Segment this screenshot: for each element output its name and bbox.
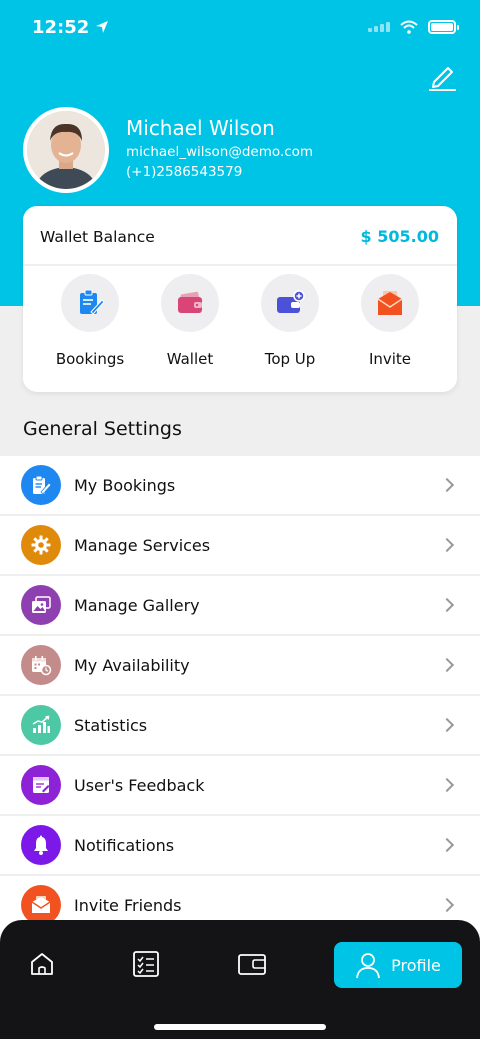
settings-item-manage-gallery[interactable]: Manage Gallery <box>0 576 480 634</box>
tab-checklist[interactable] <box>124 942 168 986</box>
row-label: User's Feedback <box>74 775 205 795</box>
row-icon-bg <box>21 525 61 565</box>
wallet-card: Wallet Balance $ 505.00 Bookings Wallet <box>23 206 457 392</box>
chevron-right-icon <box>439 897 455 913</box>
quick-action-wallet[interactable]: Wallet <box>140 274 240 368</box>
quick-action-icon-bg <box>61 274 119 332</box>
tab-home[interactable] <box>20 942 64 986</box>
envelope-icon <box>377 291 403 315</box>
profile-phone: (+1)2586543579 <box>126 164 243 180</box>
row-icon-bg <box>21 465 61 505</box>
wallet-icon <box>238 954 266 975</box>
wallet-icon <box>178 291 202 313</box>
quick-action-label: Bookings <box>55 350 125 368</box>
quick-action-icon-bg <box>261 274 319 332</box>
clipboard-edit-icon <box>80 289 105 315</box>
pencil-icon <box>429 67 456 91</box>
quick-action-invite[interactable]: Invite <box>340 274 440 368</box>
settings-item-users-feedback[interactable]: User's Feedback <box>0 756 480 814</box>
home-indicator <box>154 1024 326 1030</box>
status-time: 12:52 <box>32 17 109 38</box>
row-label: Notifications <box>74 835 175 855</box>
chevron-right-icon <box>439 837 455 853</box>
settings-item-manage-services[interactable]: Manage Services <box>0 516 480 574</box>
settings-item-my-bookings[interactable]: My Bookings <box>0 456 480 514</box>
row-icon-bg <box>21 705 61 745</box>
chevron-right-icon <box>439 537 455 553</box>
calendar-clock-icon <box>32 656 52 676</box>
row-icon-bg <box>21 765 61 805</box>
avatar-image <box>27 111 105 189</box>
profile-name: Michael Wilson <box>126 116 275 140</box>
row-label: My Availability <box>74 655 190 675</box>
row-label: Manage Services <box>74 535 211 555</box>
row-label: Invite Friends <box>74 895 182 915</box>
row-icon-bg <box>21 645 61 685</box>
checklist-icon <box>133 951 159 977</box>
clipboard-edit-icon <box>33 475 52 495</box>
chevron-right-icon <box>439 717 455 733</box>
clock-text: 12:52 <box>32 16 90 38</box>
chevron-right-icon <box>439 597 455 613</box>
wallet-balance-label: Wallet Balance <box>40 228 155 246</box>
wifi-icon <box>400 20 418 34</box>
bell-icon <box>34 835 48 855</box>
signal-icon <box>368 22 390 32</box>
bottom-tab-bar: Profile <box>0 920 480 1039</box>
status-bar: 12:52 <box>32 14 459 40</box>
quick-action-top-up[interactable]: Top Up <box>240 274 340 368</box>
edit-profile-button[interactable] <box>426 60 458 92</box>
wallet-plus-icon <box>277 290 305 313</box>
chevron-right-icon <box>439 657 455 673</box>
avatar[interactable] <box>23 107 109 193</box>
gallery-icon <box>32 596 51 613</box>
tab-profile-label: Profile <box>391 955 441 975</box>
section-title: General Settings <box>23 418 182 440</box>
feedback-icon <box>33 777 50 793</box>
quick-action-icon-bg <box>161 274 219 332</box>
settings-item-notifications[interactable]: Notifications <box>0 816 480 874</box>
profile-email: michael_wilson@demo.com <box>126 144 314 160</box>
user-icon <box>356 953 381 979</box>
wallet-balance-amount: $ 505.00 <box>360 227 439 246</box>
chevron-right-icon <box>439 477 455 493</box>
quick-action-label: Invite <box>368 350 412 368</box>
card-divider <box>23 264 457 266</box>
settings-item-my-availability[interactable]: My Availability <box>0 636 480 694</box>
tab-wallet[interactable] <box>230 942 274 986</box>
row-icon-bg <box>21 825 61 865</box>
row-label: Manage Gallery <box>74 595 200 615</box>
tab-profile[interactable]: Profile <box>334 942 462 988</box>
settings-item-statistics[interactable]: Statistics <box>0 696 480 754</box>
envelope-icon <box>31 896 51 913</box>
row-icon-bg <box>21 885 61 925</box>
quick-action-bookings[interactable]: Bookings <box>40 274 140 368</box>
chevron-right-icon <box>439 777 455 793</box>
location-arrow-icon <box>96 21 109 33</box>
row-label: Statistics <box>74 715 148 735</box>
home-icon <box>31 953 53 975</box>
quick-action-label: Wallet <box>166 350 214 368</box>
row-icon-bg <box>21 585 61 625</box>
quick-action-label: Top Up <box>264 350 316 368</box>
bar-chart-icon <box>32 715 50 733</box>
gear-icon <box>31 535 51 555</box>
battery-icon <box>428 20 459 34</box>
row-label: My Bookings <box>74 475 176 495</box>
quick-action-icon-bg <box>361 274 419 332</box>
